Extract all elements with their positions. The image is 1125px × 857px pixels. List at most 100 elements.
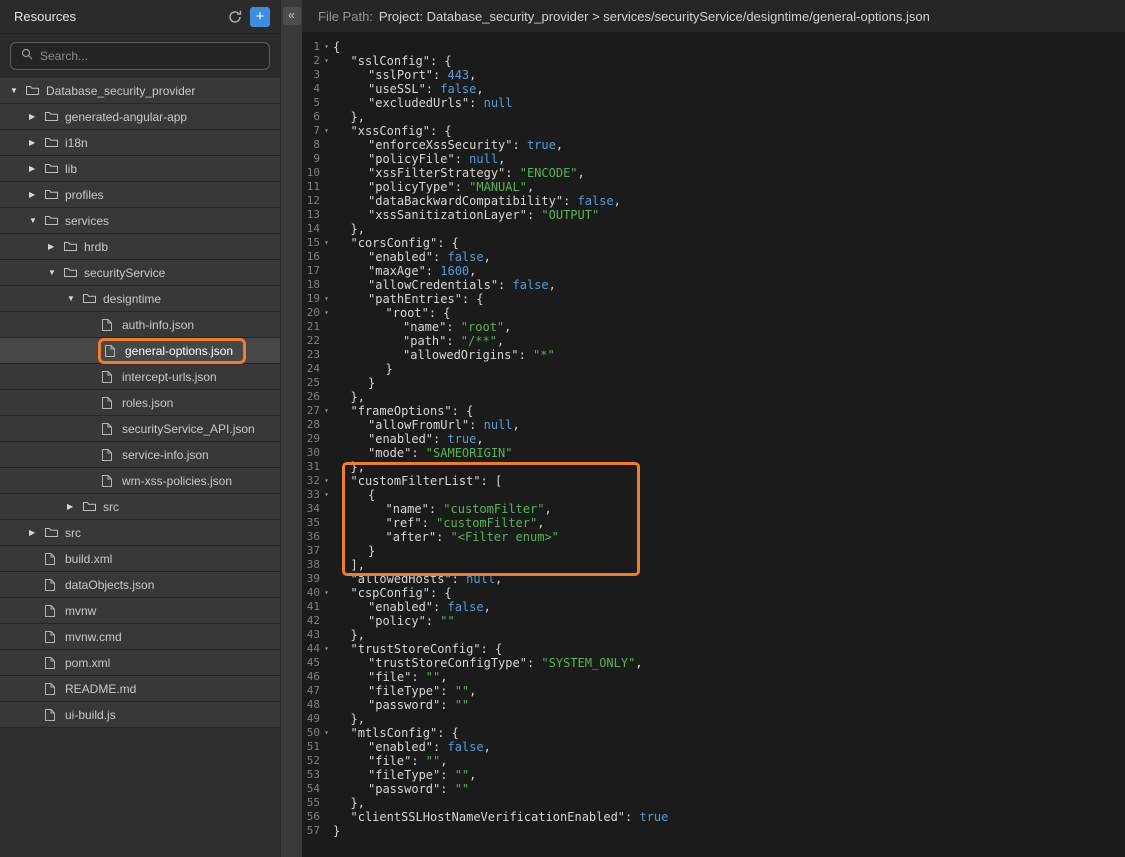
code-line[interactable]: 32▾"customFilterList": [ — [302, 474, 1125, 488]
chevron-icon[interactable]: ▼ — [48, 268, 64, 277]
code-line[interactable]: 20▾"root": { — [302, 306, 1125, 320]
code-line[interactable]: 22"path": "/**", — [302, 334, 1125, 348]
tree-item-auth-info.json[interactable]: auth-info.json — [0, 312, 280, 338]
tree-item-intercept-urls.json[interactable]: intercept-urls.json — [0, 364, 280, 390]
tree-item-securityService_API.json[interactable]: securityService_API.json — [0, 416, 280, 442]
code-line[interactable]: 24} — [302, 362, 1125, 376]
fold-toggle-icon[interactable]: ▾ — [320, 236, 333, 250]
code-line[interactable]: 33▾{ — [302, 488, 1125, 502]
code-line[interactable]: 38], — [302, 558, 1125, 572]
tree-item-generated-angular-app[interactable]: ▶generated-angular-app — [0, 104, 280, 130]
fold-toggle-icon[interactable]: ▾ — [320, 474, 333, 488]
code-line[interactable]: 54"password": "" — [302, 782, 1125, 796]
code-line[interactable]: 52"file": "", — [302, 754, 1125, 768]
code-line[interactable]: 23"allowedOrigins": "*" — [302, 348, 1125, 362]
code-line[interactable]: 51"enabled": false, — [302, 740, 1125, 754]
code-line[interactable]: 44▾"trustStoreConfig": { — [302, 642, 1125, 656]
code-line[interactable]: 31}, — [302, 460, 1125, 474]
code-line[interactable]: 19▾"pathEntries": { — [302, 292, 1125, 306]
code-line[interactable]: 46"file": "", — [302, 670, 1125, 684]
tree-item-Database_security_provider[interactable]: ▼Database_security_provider — [0, 78, 280, 104]
tree-item-roles.json[interactable]: roles.json — [0, 390, 280, 416]
chevron-icon[interactable]: ▶ — [29, 112, 45, 121]
code-line[interactable]: 7▾"xssConfig": { — [302, 124, 1125, 138]
code-editor[interactable]: 1▾{2▾"sslConfig": {3"sslPort": 443,4"use… — [302, 32, 1125, 838]
code-line[interactable]: 29"enabled": true, — [302, 432, 1125, 446]
refresh-icon[interactable] — [228, 10, 242, 24]
tree-item-src[interactable]: ▶src — [0, 494, 280, 520]
tree-item-hrdb[interactable]: ▶hrdb — [0, 234, 280, 260]
code-line[interactable]: 50▾"mtlsConfig": { — [302, 726, 1125, 740]
fold-toggle-icon[interactable]: ▾ — [320, 726, 333, 740]
code-line[interactable]: 25} — [302, 376, 1125, 390]
code-line[interactable]: 45"trustStoreConfigType": "SYSTEM_ONLY", — [302, 656, 1125, 670]
code-line[interactable]: 15▾"corsConfig": { — [302, 236, 1125, 250]
tree-item-i18n[interactable]: ▶i18n — [0, 130, 280, 156]
tree-item-pom.xml[interactable]: pom.xml — [0, 650, 280, 676]
fold-toggle-icon[interactable]: ▾ — [320, 488, 333, 502]
chevron-icon[interactable]: ▶ — [29, 190, 45, 199]
code-line[interactable]: 14}, — [302, 222, 1125, 236]
chevron-icon[interactable]: ▶ — [29, 164, 45, 173]
tree-item-build.xml[interactable]: build.xml — [0, 546, 280, 572]
code-line[interactable]: 3"sslPort": 443, — [302, 68, 1125, 82]
tree-item-wm-xss-policies.json[interactable]: wm-xss-policies.json — [0, 468, 280, 494]
code-line[interactable]: 35"ref": "customFilter", — [302, 516, 1125, 530]
tree-item-profiles[interactable]: ▶profiles — [0, 182, 280, 208]
chevron-icon[interactable]: ▶ — [29, 138, 45, 147]
tree-item-mvnw.cmd[interactable]: mvnw.cmd — [0, 624, 280, 650]
tree-item-README.md[interactable]: README.md — [0, 676, 280, 702]
collapse-panel-icon[interactable]: « — [283, 7, 301, 25]
code-line[interactable]: 6}, — [302, 110, 1125, 124]
code-line[interactable]: 17"maxAge": 1600, — [302, 264, 1125, 278]
code-line[interactable]: 57} — [302, 824, 1125, 838]
fold-toggle-icon[interactable]: ▾ — [320, 642, 333, 656]
code-line[interactable]: 18"allowCredentials": false, — [302, 278, 1125, 292]
search-box[interactable] — [10, 42, 270, 70]
tree-item-ui-build.js[interactable]: ui-build.js — [0, 702, 280, 728]
code-line[interactable]: 41"enabled": false, — [302, 600, 1125, 614]
code-line[interactable]: 34"name": "customFilter", — [302, 502, 1125, 516]
code-line[interactable]: 9"policyFile": null, — [302, 152, 1125, 166]
code-line[interactable]: 47"fileType": "", — [302, 684, 1125, 698]
code-line[interactable]: 21"name": "root", — [302, 320, 1125, 334]
code-line[interactable]: 11"policyType": "MANUAL", — [302, 180, 1125, 194]
code-line[interactable]: 4"useSSL": false, — [302, 82, 1125, 96]
fold-toggle-icon[interactable]: ▾ — [320, 404, 333, 418]
code-line[interactable]: 36"after": "<Filter enum>" — [302, 530, 1125, 544]
tree-item-service-info.json[interactable]: service-info.json — [0, 442, 280, 468]
fold-toggle-icon[interactable]: ▾ — [320, 124, 333, 138]
code-line[interactable]: 43}, — [302, 628, 1125, 642]
chevron-icon[interactable]: ▼ — [10, 86, 26, 95]
chevron-icon[interactable]: ▶ — [67, 502, 83, 511]
code-line[interactable]: 48"password": "" — [302, 698, 1125, 712]
code-line[interactable]: 27▾"frameOptions": { — [302, 404, 1125, 418]
tree-item-designtime[interactable]: ▼designtime — [0, 286, 280, 312]
code-line[interactable]: 28"allowFromUrl": null, — [302, 418, 1125, 432]
code-line[interactable]: 13"xssSanitizationLayer": "OUTPUT" — [302, 208, 1125, 222]
code-line[interactable]: 53"fileType": "", — [302, 768, 1125, 782]
code-line[interactable]: 2▾"sslConfig": { — [302, 54, 1125, 68]
code-line[interactable]: 16"enabled": false, — [302, 250, 1125, 264]
fold-toggle-icon[interactable]: ▾ — [320, 54, 333, 68]
tree-item-src[interactable]: ▶src — [0, 520, 280, 546]
tree-item-lib[interactable]: ▶lib — [0, 156, 280, 182]
tree-item-general-options.json[interactable]: general-options.json — [0, 338, 280, 364]
add-button[interactable]: + — [250, 7, 270, 27]
tree-item-services[interactable]: ▼services — [0, 208, 280, 234]
tree-item-dataObjects.json[interactable]: dataObjects.json — [0, 572, 280, 598]
code-line[interactable]: 8"enforceXssSecurity": true, — [302, 138, 1125, 152]
tree-item-securityService[interactable]: ▼securityService — [0, 260, 280, 286]
code-line[interactable]: 30"mode": "SAMEORIGIN" — [302, 446, 1125, 460]
chevron-icon[interactable]: ▶ — [29, 528, 45, 537]
code-line[interactable]: 55}, — [302, 796, 1125, 810]
fold-toggle-icon[interactable]: ▾ — [320, 306, 333, 320]
search-input[interactable] — [40, 49, 259, 63]
chevron-icon[interactable]: ▼ — [29, 216, 45, 225]
code-line[interactable]: 5"excludedUrls": null — [302, 96, 1125, 110]
code-line[interactable]: 26}, — [302, 390, 1125, 404]
fold-toggle-icon[interactable]: ▾ — [320, 292, 333, 306]
code-line[interactable]: 40▾"cspConfig": { — [302, 586, 1125, 600]
tree-item-mvnw[interactable]: mvnw — [0, 598, 280, 624]
code-line[interactable]: 12"dataBackwardCompatibility": false, — [302, 194, 1125, 208]
